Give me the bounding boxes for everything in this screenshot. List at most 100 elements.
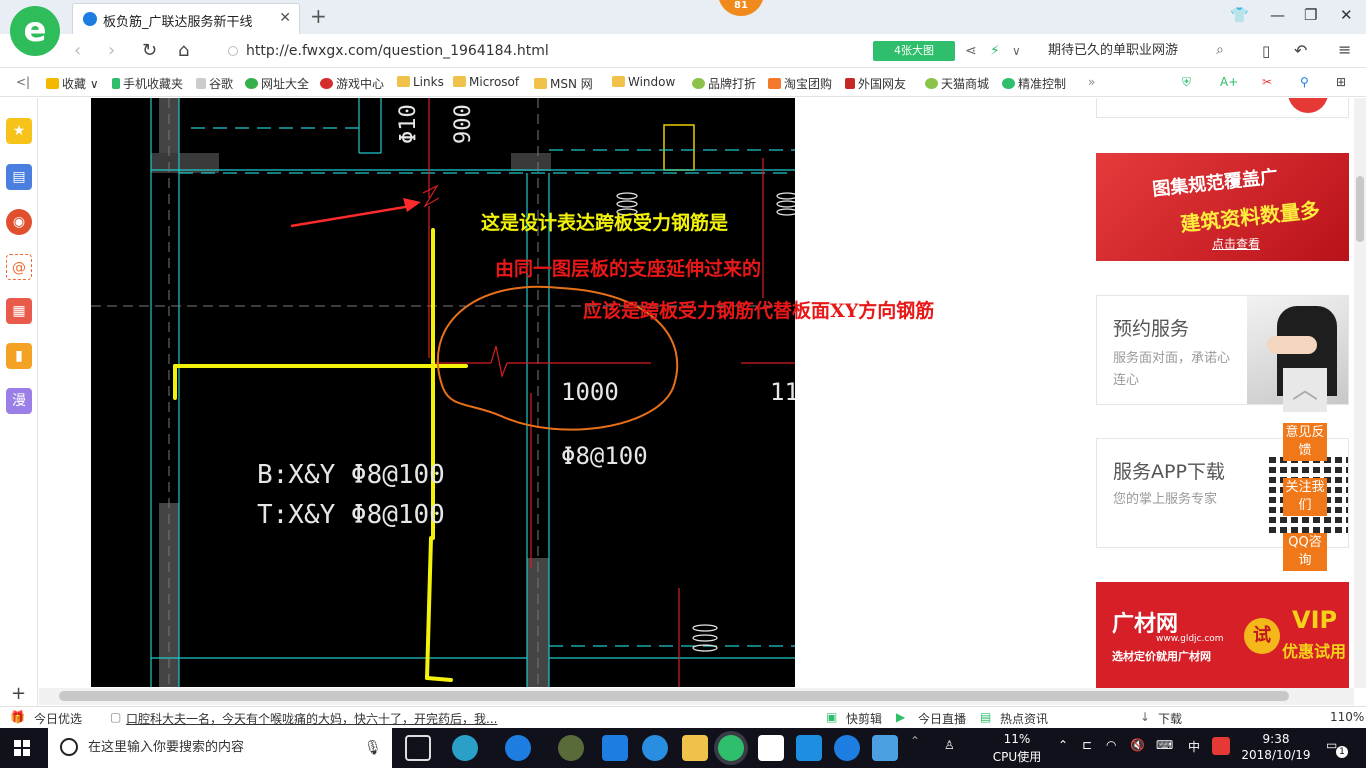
bookmark-taobao[interactable]: 淘宝团购: [768, 75, 832, 92]
browser-logo-icon[interactable]: e: [10, 6, 60, 56]
bookmark-microsoft[interactable]: Microsof: [453, 75, 519, 89]
star-icon[interactable]: ★: [6, 118, 32, 144]
shield-icon[interactable]: ⛨: [1182, 75, 1191, 90]
hot-news-link[interactable]: 热点资讯: [1000, 710, 1048, 727]
weibo-icon[interactable]: ◉: [6, 209, 32, 235]
news-ticker-link[interactable]: 口腔科大夫一名，今天有个喉咙痛的大妈，快六十了，开完药后，我...: [126, 710, 497, 727]
chevron-down-icon[interactable]: ∨: [1012, 44, 1021, 58]
more-bookmarks-icon[interactable]: »: [1088, 75, 1095, 89]
mobile-icon[interactable]: ▯: [1262, 42, 1270, 60]
zoom-level[interactable]: 110%: [1330, 710, 1364, 724]
bookmark-discount[interactable]: 品牌打折: [692, 75, 756, 92]
search-app-icon[interactable]: [558, 735, 584, 761]
sogou-ime-icon[interactable]: [1212, 737, 1230, 755]
chat-icon: [1002, 78, 1015, 89]
bookmark-mobile[interactable]: 手机收藏夹: [112, 75, 183, 92]
grid-icon[interactable]: ⊞: [1336, 75, 1346, 89]
clock-date[interactable]: 2018/10/19: [1240, 748, 1312, 762]
tray-up-icon[interactable]: ⌃: [1058, 738, 1068, 752]
360-browser-icon[interactable]: [718, 735, 744, 761]
microphone-icon[interactable]: 🎙: [364, 728, 382, 768]
close-tab-icon[interactable]: ✕: [279, 10, 291, 26]
keyboard-icon[interactable]: ⌨: [1156, 738, 1173, 752]
horizontal-scrollbar[interactable]: [39, 688, 1354, 705]
ad-card-top[interactable]: [1096, 98, 1349, 118]
clock-time[interactable]: 9:38: [1246, 732, 1306, 746]
note-icon[interactable]: ▮: [6, 343, 32, 369]
task-view-icon[interactable]: [405, 735, 431, 761]
manga-icon[interactable]: 漫: [6, 388, 32, 414]
share-icon[interactable]: ⋖: [965, 43, 977, 59]
refresh-icon[interactable]: ↻: [142, 40, 157, 61]
today-live-link[interactable]: 今日直播: [918, 710, 966, 727]
people-icon[interactable]: ♙: [944, 738, 955, 752]
bookmark-google[interactable]: 谷歌: [196, 75, 233, 92]
taskbar-search-box[interactable]: 在这里输入你要搜索的内容 🎙: [48, 728, 392, 768]
bookmark-links[interactable]: Links: [397, 75, 444, 89]
news-toggle-icon[interactable]: ▢: [110, 710, 121, 724]
collapse-icon[interactable]: <|: [16, 75, 30, 89]
bookmark-games[interactable]: 游戏中心: [320, 75, 384, 92]
restore-icon[interactable]: ❐: [1304, 6, 1317, 24]
url-field[interactable]: http://e.fwxgx.com/question_1964184.html: [228, 40, 858, 62]
banner-ad-standards[interactable]: 图集规范覆盖广 建筑资料数量多 点击查看: [1096, 153, 1349, 261]
pinwheel-app-icon[interactable]: [452, 735, 478, 761]
game-icon[interactable]: ▦: [6, 298, 32, 324]
network-icon[interactable]: ⊏: [1082, 738, 1092, 752]
ime-indicator[interactable]: 中: [1188, 738, 1200, 755]
notification-count: 1: [1336, 746, 1348, 758]
download-link[interactable]: 下载: [1158, 710, 1182, 727]
mail-icon[interactable]: @: [6, 254, 32, 280]
forward-icon[interactable]: ›: [108, 40, 115, 61]
follow-us-button[interactable]: 关注我们: [1283, 478, 1327, 516]
qq-consult-button[interactable]: QQ咨询: [1283, 533, 1327, 571]
ie-icon[interactable]: [505, 735, 531, 761]
add-icon[interactable]: +: [11, 683, 26, 704]
search-icon[interactable]: ⌕: [1216, 42, 1224, 58]
quick-clip-link[interactable]: 快剪辑: [846, 710, 882, 727]
translate-icon[interactable]: A+: [1220, 75, 1238, 89]
close-window-icon[interactable]: ✕: [1340, 6, 1353, 24]
notification-badge[interactable]: 81: [718, 0, 764, 16]
bookmark-favorites[interactable]: 收藏 ∨: [46, 75, 99, 92]
vertical-scrollbar[interactable]: [1354, 98, 1366, 688]
bookmark-windows[interactable]: Window: [612, 75, 675, 89]
news-icon[interactable]: ▤: [6, 164, 32, 190]
bookmark-msn[interactable]: MSN 网: [534, 75, 593, 92]
vertical-scroll-thumb[interactable]: [1356, 176, 1364, 242]
edge-icon[interactable]: [602, 735, 628, 761]
feedback-button[interactable]: 意见反馈: [1283, 423, 1327, 461]
scissors-icon[interactable]: ✂: [1262, 75, 1272, 89]
back-to-top-button[interactable]: ︿: [1283, 368, 1327, 412]
horizontal-scroll-thumb[interactable]: [59, 691, 1289, 701]
bookmark-tmall[interactable]: 天猫商城: [925, 75, 989, 92]
big-image-button[interactable]: 4张大图: [873, 41, 955, 61]
remote-app-icon[interactable]: [796, 735, 822, 761]
new-tab-icon[interactable]: +: [310, 4, 327, 28]
mail-app-icon[interactable]: [758, 735, 784, 761]
banner-cta[interactable]: 点击查看: [1212, 235, 1260, 252]
ticket-app-icon[interactable]: [872, 735, 898, 761]
banner-ad-gcw[interactable]: 广材网 www.gldjc.com 选材定价就用广材网 试 VIP 优惠试用: [1096, 582, 1349, 688]
bookmark-precise[interactable]: 精准控制: [1002, 75, 1066, 92]
windows-start-icon[interactable]: [14, 740, 30, 756]
volume-muted-icon[interactable]: 🔇: [1130, 738, 1145, 752]
undo-icon[interactable]: ↶: [1294, 41, 1307, 60]
internet-explorer-icon[interactable]: [642, 735, 668, 761]
shirt-skin-icon[interactable]: 👕: [1230, 6, 1249, 24]
wifi-icon[interactable]: ◠: [1106, 738, 1116, 752]
file-explorer-icon[interactable]: [682, 735, 708, 761]
back-icon[interactable]: ‹: [74, 40, 81, 61]
bookmark-foreign[interactable]: 外国网友: [845, 75, 906, 92]
lightning-icon[interactable]: ⚡: [990, 43, 1000, 59]
g-app-icon[interactable]: [834, 735, 860, 761]
bookmark-sites[interactable]: 网址大全: [245, 75, 309, 92]
tray-expand-icon[interactable]: ⌃: [910, 734, 920, 748]
minimize-icon[interactable]: —: [1270, 6, 1285, 24]
menu-icon[interactable]: ≡: [1338, 40, 1351, 59]
magnifier-icon[interactable]: ⚲: [1300, 75, 1309, 89]
today-pick-link[interactable]: 今日优选: [34, 710, 82, 727]
browser-tab[interactable]: 板负筋_广联达服务新干线 ✕: [72, 3, 300, 34]
home-icon[interactable]: ⌂: [178, 40, 189, 61]
gcw-try-badge: 试: [1244, 618, 1280, 654]
